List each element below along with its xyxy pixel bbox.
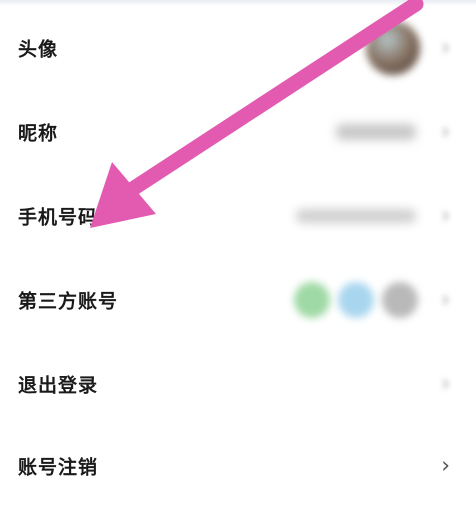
settings-row-third-party[interactable]: 第三方账号 › <box>0 270 476 330</box>
chevron-right-icon: › <box>441 35 450 61</box>
account-settings-list: 头像 › 昵称 › 手机号码 › 第三方账号 › 退出登录 › 账号注销 › <box>0 0 476 525</box>
phone-value-blurred <box>296 209 416 223</box>
chevron-right-icon: › <box>441 453 450 479</box>
settings-row-logout[interactable]: 退出登录 › <box>0 354 476 414</box>
chevron-right-icon: › <box>441 287 450 313</box>
row-label-logout: 退出登录 <box>18 374 99 397</box>
row-label-avatar: 头像 <box>18 38 59 61</box>
settings-row-nickname[interactable]: 昵称 › <box>0 102 476 162</box>
weibo-icon[interactable] <box>382 282 418 318</box>
chevron-right-icon: › <box>441 203 450 229</box>
row-label-third-party: 第三方账号 <box>18 290 119 313</box>
qq-icon[interactable] <box>338 282 374 318</box>
chevron-right-icon: › <box>441 119 450 145</box>
chevron-right-icon: › <box>441 371 450 397</box>
settings-row-avatar[interactable]: 头像 › <box>0 18 476 78</box>
row-label-phone: 手机号码 <box>18 206 99 229</box>
row-label-delete-account: 账号注销 <box>18 456 99 479</box>
settings-row-delete-account[interactable]: 账号注销 › <box>0 436 476 496</box>
row-label-nickname: 昵称 <box>18 122 59 145</box>
settings-row-phone[interactable]: 手机号码 › <box>0 186 476 246</box>
nickname-value-blurred <box>336 124 416 140</box>
avatar[interactable] <box>366 21 420 75</box>
wechat-icon[interactable] <box>294 282 330 318</box>
